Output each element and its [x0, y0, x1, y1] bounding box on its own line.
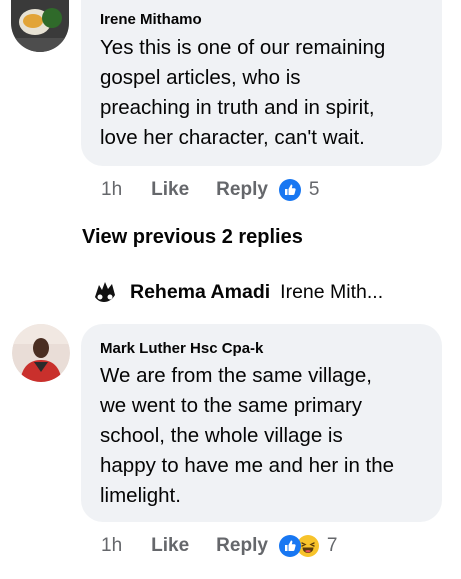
comment-line: happy to have me and her in the [100, 454, 395, 477]
avatar[interactable] [12, 324, 70, 382]
thumbs-up-icon [278, 535, 301, 557]
comment-line: gospel articles, who is [100, 66, 301, 89]
thumbs-up-icon [278, 179, 301, 201]
comment-author[interactable]: Mark Luther Hsc Cpa-k [100, 340, 263, 358]
reaction-count: 5 [308, 179, 320, 200]
reaction-summary[interactable]: 7 [278, 535, 338, 557]
comment-bubble: Mark Luther Hsc Cpa-k We are from the sa… [81, 324, 442, 522]
like-button[interactable]: Like [151, 535, 189, 557]
comment-actions: 1h Like Reply 5 [101, 177, 320, 203]
view-previous-replies-link[interactable]: View previous 2 replies [82, 226, 303, 249]
comment-text: We are from the same village, we went to… [100, 361, 394, 511]
reaction-summary[interactable]: 5 [278, 179, 320, 201]
like-button[interactable]: Like [151, 179, 189, 201]
reply-author[interactable]: Rehema Amadi [130, 281, 270, 304]
comment-line: Yes this is one of our remaining [100, 36, 386, 59]
comment-bubble: Irene Mithamo Yes this is one of our rem… [81, 0, 442, 166]
comment-timestamp[interactable]: 1h [101, 179, 122, 201]
comment-line: We are from the same village, [100, 364, 372, 387]
reply-button[interactable]: Reply [216, 179, 268, 201]
comment-timestamp[interactable]: 1h [101, 535, 122, 557]
avatar[interactable] [11, 0, 69, 52]
reply-button[interactable]: Reply [216, 535, 268, 557]
comment-line: love her character, can't wait. [100, 126, 365, 149]
comment-line: we went to the same primary [100, 394, 363, 417]
comment-author[interactable]: Irene Mithamo [100, 11, 202, 29]
comment-line: limelight. [100, 484, 181, 507]
comment-line: school, the whole village is [100, 424, 343, 447]
comment-actions: 1h Like Reply 7 [101, 533, 338, 559]
comment-line: preaching in truth and in spirit, [100, 96, 375, 119]
reply-preview[interactable]: Rehema Amadi Irene Mith... [88, 275, 383, 309]
reaction-count: 7 [326, 535, 338, 556]
avatar[interactable] [88, 275, 122, 309]
reply-preview-text: Irene Mith... [280, 280, 384, 303]
comment-text: Yes this is one of our remaining gospel … [100, 33, 385, 153]
